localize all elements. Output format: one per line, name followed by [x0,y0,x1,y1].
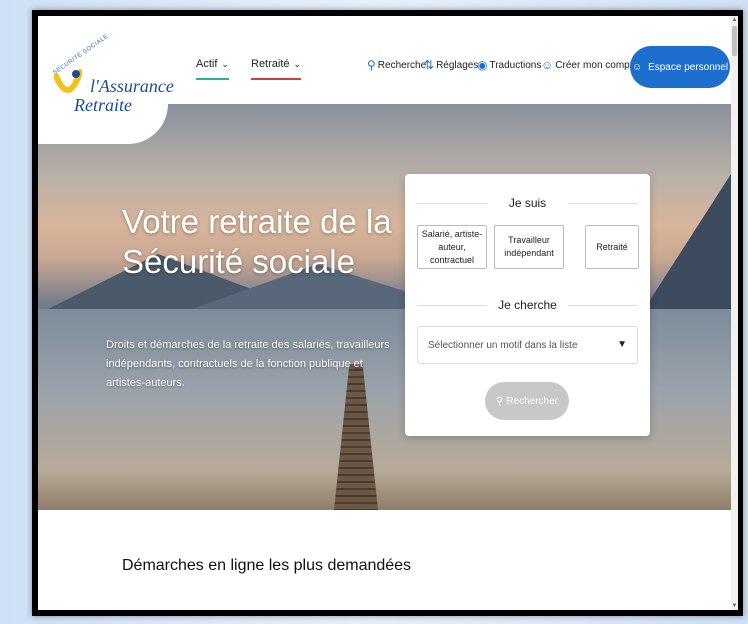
je-cherche-heading: Je cherche [405,298,650,312]
scroll-down-icon[interactable]: ▼ [731,602,738,610]
user-icon: ☺ [631,61,643,73]
globe-icon: ◉ [477,58,488,72]
nav-underline [196,78,229,80]
caret-down-icon: ▼ [617,339,627,350]
choice-salarie[interactable]: Salarié, artiste-auteur, contractuel [417,225,487,269]
logo-line1: l'Assurance [90,76,174,96]
je-suis-heading: Je suis [405,196,650,210]
search-link-label: Recherche [377,59,427,71]
nav-actif-label: Actif [196,58,218,70]
scrollbar-thumb[interactable] [732,26,737,56]
hero-description: Droits et démarches de la retraite des s… [106,339,390,389]
search-button-label: Rechercher [506,395,559,407]
mountain-shape [641,174,731,314]
logo[interactable]: SÉCURITÉ SOCIALE l'Assurance Retraite [38,16,174,144]
espace-personnel-button[interactable]: ☺ Espace personnel [630,46,730,88]
chevron-down-icon: ⌄ [293,59,302,69]
espace-personnel-label: Espace personnel [648,61,729,73]
nav-underline [251,78,302,80]
motif-select-value: Sélectionner un motif dans la liste [428,339,578,351]
scrollbar[interactable]: ▲ ▼ [731,16,738,610]
create-account-label: Créer mon compte [555,59,639,71]
user-add-icon: ☺ [541,58,554,72]
nav-retraite-label: Retraité [251,58,290,70]
hero-title: Votre retraite de la Sécurité sociale [122,203,392,280]
choice-independant[interactable]: Travailleur indépendant [494,225,564,269]
search-card: Je suis Salarié, artiste-auteur, contrac… [405,174,650,436]
nav-actif[interactable]: Actif ⌄ [196,58,229,80]
motif-select[interactable]: Sélectionner un motif dans la liste ▼ [417,326,638,364]
search-icon: ⚲ [367,58,376,72]
logo-line2: Retraite [74,95,132,115]
page: Votre retraite de la Sécurité sociale Dr… [38,16,738,610]
section-title: Démarches en ligne les plus demandées [122,557,412,574]
search-link[interactable]: ⚲ Recherche [367,58,426,72]
choice-retraite[interactable]: Retraité [585,225,639,269]
settings-link[interactable]: ⇅ Réglages [424,58,478,72]
scroll-up-icon[interactable]: ▲ [731,16,738,24]
translations-link-label: Traductions [489,59,542,71]
create-account-link[interactable]: ☺ Créer mon compte [541,58,638,72]
settings-icon: ⇅ [424,58,435,72]
search-icon: ⚲ [495,395,504,407]
settings-link-label: Réglages [436,59,479,71]
search-button[interactable]: ⚲ Rechercher [485,382,569,420]
nav-retraite[interactable]: Retraité ⌄ [251,58,302,80]
logo-mark-icon [54,69,82,94]
chevron-down-icon: ⌄ [221,59,229,69]
translations-link[interactable]: ◉ Traductions [477,58,541,72]
